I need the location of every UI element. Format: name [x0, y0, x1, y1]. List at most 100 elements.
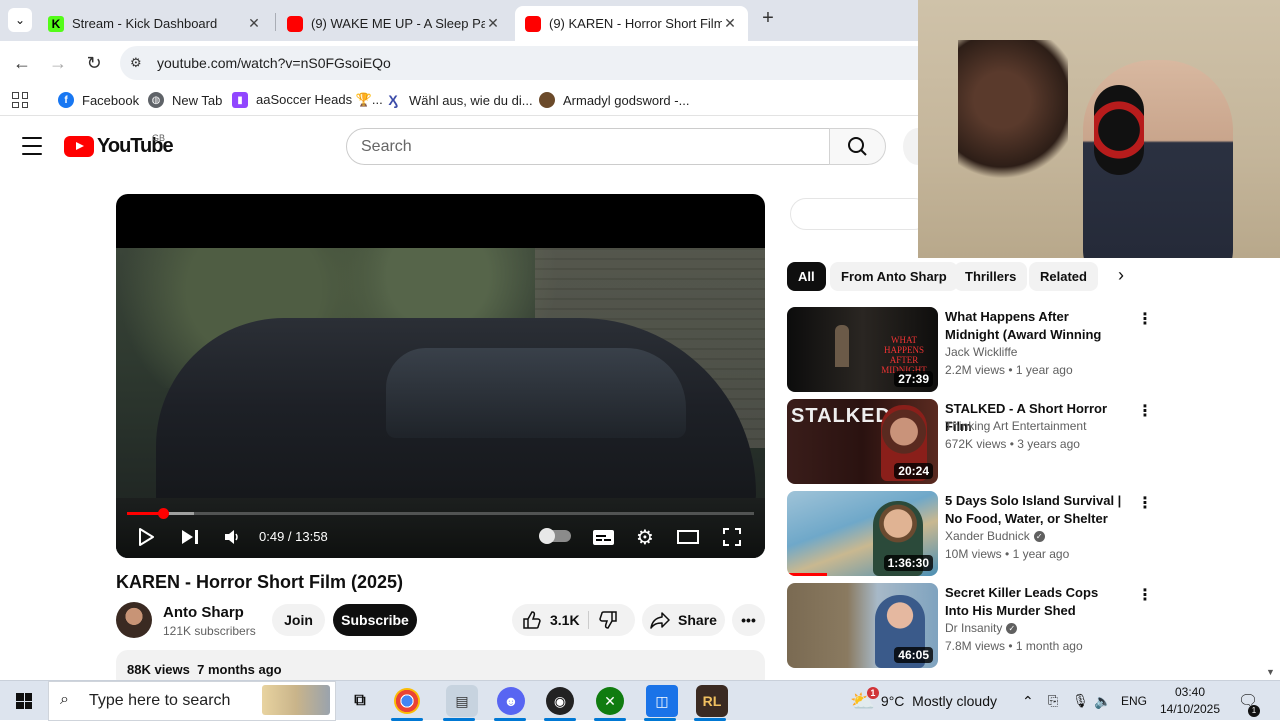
chip-related[interactable]: Related [1029, 262, 1098, 291]
back-button[interactable]: ← [8, 49, 36, 77]
tab-wake-me-up[interactable]: (9) WAKE ME UP - A Sleep Paral ✕ [277, 6, 511, 41]
search-input[interactable]: Search [346, 128, 830, 165]
tab-separator [275, 13, 276, 31]
discord-icon[interactable]: ☻ [497, 687, 525, 715]
recommendation-channel[interactable]: Dr Insanity ✓ [945, 621, 1018, 635]
progress-bar[interactable] [127, 512, 754, 515]
recommendation-item[interactable]: 46:05 Secret Killer Leads Cops Into His … [787, 583, 1153, 669]
recommendation-channel[interactable]: Jack Wickliffe [945, 345, 1017, 359]
forward-button[interactable]: → [44, 49, 72, 77]
more-vertical-icon[interactable]: ⋮ [1137, 401, 1153, 421]
recommendation-channel[interactable]: Thinking Art Entertainment [945, 419, 1086, 433]
theater-mode-button[interactable] [677, 524, 699, 550]
photos-app-icon[interactable]: ▤ [446, 685, 478, 717]
chevron-right-icon[interactable]: › [1118, 265, 1138, 287]
address-bar[interactable]: ⚙ youtube.com/watch?v=nS0FGsoiEQo [120, 46, 918, 80]
language-indicator[interactable]: ENG [1121, 681, 1147, 721]
recommendation-title[interactable]: Secret Killer Leads Cops Into His Murder… [945, 584, 1125, 620]
chip-from-channel[interactable]: From Anto Sharp [830, 262, 958, 291]
recommendation-item[interactable]: STALKED 20:24 STALKED - A Short Horror F… [787, 399, 1153, 485]
xbox-icon[interactable]: ✕ [596, 687, 624, 715]
close-icon[interactable]: ✕ [485, 15, 501, 32]
recommendation-item[interactable]: 1:36:30 5 Days Solo Island Survival | No… [787, 491, 1153, 577]
subtitles-button[interactable] [592, 524, 614, 550]
editor-app-icon[interactable]: ◫ [646, 685, 678, 717]
more-vertical-icon[interactable]: ⋮ [1137, 585, 1153, 605]
thumbnail-text: WHAT HAPPENS AFTER MIDNIGHT [881, 335, 927, 375]
youtube-logo-icon[interactable] [64, 136, 94, 157]
new-tab-button[interactable]: + [758, 8, 778, 29]
like-button[interactable]: 3.1K [522, 610, 580, 630]
notifications-button[interactable]: 🗨 1 [1238, 681, 1260, 721]
reload-icon: ↻ [86, 52, 102, 73]
weather-widget[interactable]: ⛅ 1 9°C Mostly cloudy [850, 681, 997, 721]
tab-kick[interactable]: K Stream - Kick Dashboard ✕ [38, 6, 272, 41]
chip-all[interactable]: All [787, 262, 826, 291]
bookmark-label: Facebook [82, 92, 140, 108]
join-button[interactable]: Join [272, 604, 325, 636]
recommendation-title[interactable]: What Happens After Midnight (Award Winni… [945, 308, 1125, 344]
bookmark-new-tab[interactable]: ◍ New Tab [148, 90, 222, 110]
bookmark-armadyl[interactable]: Armadyl godsword -... [539, 90, 689, 110]
system-clock[interactable]: 03:40 14/10/2025 [1150, 684, 1230, 718]
volume-button[interactable] [222, 524, 242, 550]
view-count: 88K views [127, 662, 190, 677]
play-button[interactable] [136, 524, 156, 550]
microphone-icon[interactable]: 🎙 [1072, 681, 1089, 721]
like-dislike-group: 3.1K [512, 604, 635, 636]
task-view-icon[interactable]: ⧉ [344, 685, 376, 717]
channel-name[interactable]: Anto Sharp [163, 604, 244, 621]
video-thumbnail[interactable]: WHAT HAPPENS AFTER MIDNIGHT 27:39 [787, 307, 938, 392]
next-button[interactable] [180, 524, 200, 550]
video-player[interactable]: 0:49 / 13:58 ⚙ [116, 194, 765, 558]
more-vertical-icon[interactable]: ⋮ [1137, 309, 1153, 329]
apps-grid-icon[interactable] [12, 92, 28, 108]
progress-scrubber[interactable] [157, 508, 169, 519]
share-label: Share [678, 612, 717, 628]
like-count: 3.1K [550, 612, 580, 628]
search-highlight-icon[interactable] [262, 685, 330, 715]
chip-thrillers[interactable]: Thrillers [954, 262, 1028, 291]
twitch-icon: ▮ [232, 92, 248, 108]
autoplay-toggle[interactable] [539, 528, 571, 544]
recommendation-meta: 672K views • 3 years ago [945, 437, 1080, 451]
menu-icon[interactable] [22, 137, 42, 155]
tab-karen[interactable]: (9) KAREN - Horror Short Film ( ✕ [515, 6, 748, 41]
more-actions-button[interactable]: ••• [732, 604, 765, 636]
fullscreen-button[interactable] [721, 524, 743, 550]
tray-overflow-chevron-icon[interactable]: ⌃ [1022, 681, 1034, 721]
windows-start-icon[interactable] [16, 693, 32, 709]
close-icon[interactable]: ✕ [722, 15, 738, 32]
bookmark-yahoo[interactable]: Ӽ Wähl aus, wie du di... [385, 90, 533, 110]
recommendation-title[interactable]: 5 Days Solo Island Survival | No Food, W… [945, 492, 1125, 528]
chrome-icon[interactable] [394, 688, 420, 714]
video-thumbnail[interactable]: 46:05 [787, 583, 938, 668]
obs-icon[interactable]: ◉ [546, 687, 574, 715]
dislike-button[interactable] [598, 610, 618, 633]
chevron-down-icon: ⌄ [14, 13, 26, 27]
scroll-down-arrow-icon[interactable]: ▼ [1266, 667, 1275, 677]
speaker-icon[interactable]: 🔈 [1094, 681, 1111, 721]
recommendation-meta: 7.8M views • 1 month ago [945, 639, 1083, 653]
share-button[interactable]: Share [642, 604, 725, 636]
reload-button[interactable]: ↻ [80, 49, 108, 77]
subscribe-button[interactable]: Subscribe [333, 604, 417, 636]
search-button[interactable] [829, 128, 886, 165]
bookmark-soccer-heads[interactable]: ▮ aaSoccer Heads 🏆... [232, 90, 383, 110]
channel-avatar[interactable] [116, 602, 152, 638]
runelite-icon[interactable]: RL [696, 685, 728, 717]
site-info-icon[interactable]: ⚙ [130, 55, 148, 71]
meet-now-icon[interactable]: ⎘ [1048, 681, 1058, 721]
youtube-icon [525, 15, 541, 32]
settings-button[interactable]: ⚙ [634, 524, 656, 550]
video-thumbnail[interactable]: 1:36:30 [787, 491, 938, 576]
subtitles-icon [592, 529, 614, 545]
recommendation-channel[interactable]: Xander Budnick ✓ [945, 529, 1045, 543]
close-icon[interactable]: ✕ [246, 15, 262, 32]
more-vertical-icon[interactable]: ⋮ [1137, 493, 1153, 513]
url-text[interactable]: youtube.com/watch?v=nS0FGsoiEQo [157, 55, 391, 71]
recommendation-item[interactable]: WHAT HAPPENS AFTER MIDNIGHT 27:39 What H… [787, 307, 1153, 393]
bookmark-facebook[interactable]: f Facebook [58, 90, 139, 110]
video-thumbnail[interactable]: STALKED 20:24 [787, 399, 938, 484]
tab-search-button[interactable]: ⌄ [8, 8, 32, 32]
